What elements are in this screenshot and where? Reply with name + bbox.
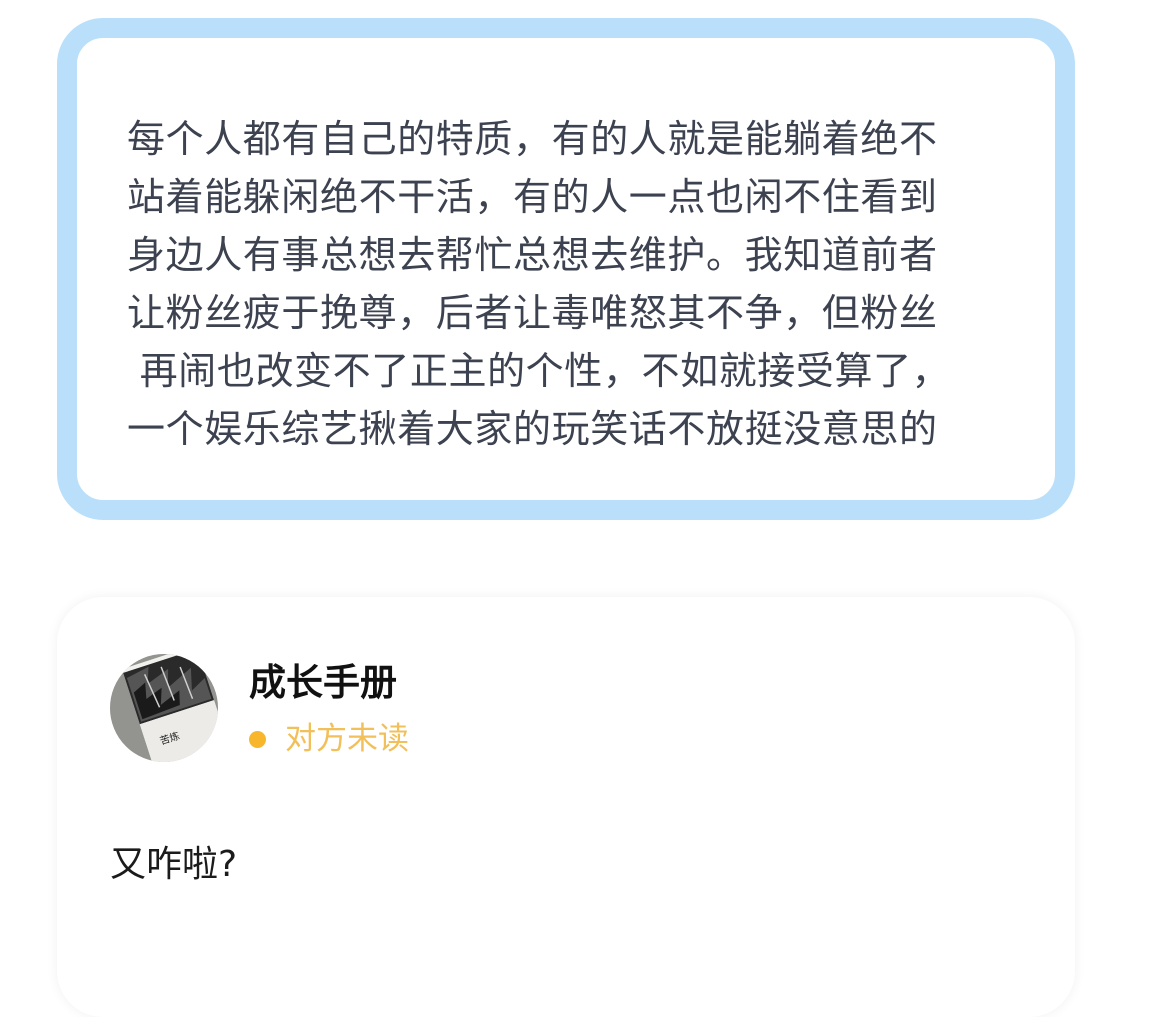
status-text: 对方未读 — [285, 721, 409, 757]
quote-line: 站着能躲闲绝不干活，有的人一点也闲不住看到 — [127, 175, 938, 219]
quote-line: 一个娱乐综艺揪着大家的玩笑话不放挺没意思的 — [127, 407, 938, 451]
quote-line: 身边人有事总想去帮忙总想去维护。我知道前者 — [127, 233, 938, 277]
book-avatar-icon: 苦炼 — [110, 654, 218, 762]
quote-card: 每个人都有自己的特质，有的人就是能躺着绝不 站着能躲闲绝不干活，有的人一点也闲不… — [57, 18, 1075, 520]
quote-line: 每个人都有自己的特质，有的人就是能躺着绝不 — [127, 117, 938, 161]
avatar[interactable]: 苦炼 — [110, 654, 218, 762]
reply-message: 又咋啦? — [110, 844, 238, 885]
reply-card: 苦炼 成长手册 对方未读 又咋啦? — [57, 597, 1075, 1017]
quote-line: 再闹也改变不了正主的个性，不如就接受算了， — [127, 349, 951, 393]
quote-line: 让粉丝疲于挽尊，后者让毒唯怒其不争，但粉丝 — [127, 291, 938, 335]
read-status: 对方未读 — [249, 719, 409, 759]
quote-text: 每个人都有自己的特质，有的人就是能躺着绝不 站着能躲闲绝不干活，有的人一点也闲不… — [127, 110, 1017, 458]
sender-name: 成长手册 — [249, 661, 397, 704]
status-dot-icon — [249, 730, 266, 748]
